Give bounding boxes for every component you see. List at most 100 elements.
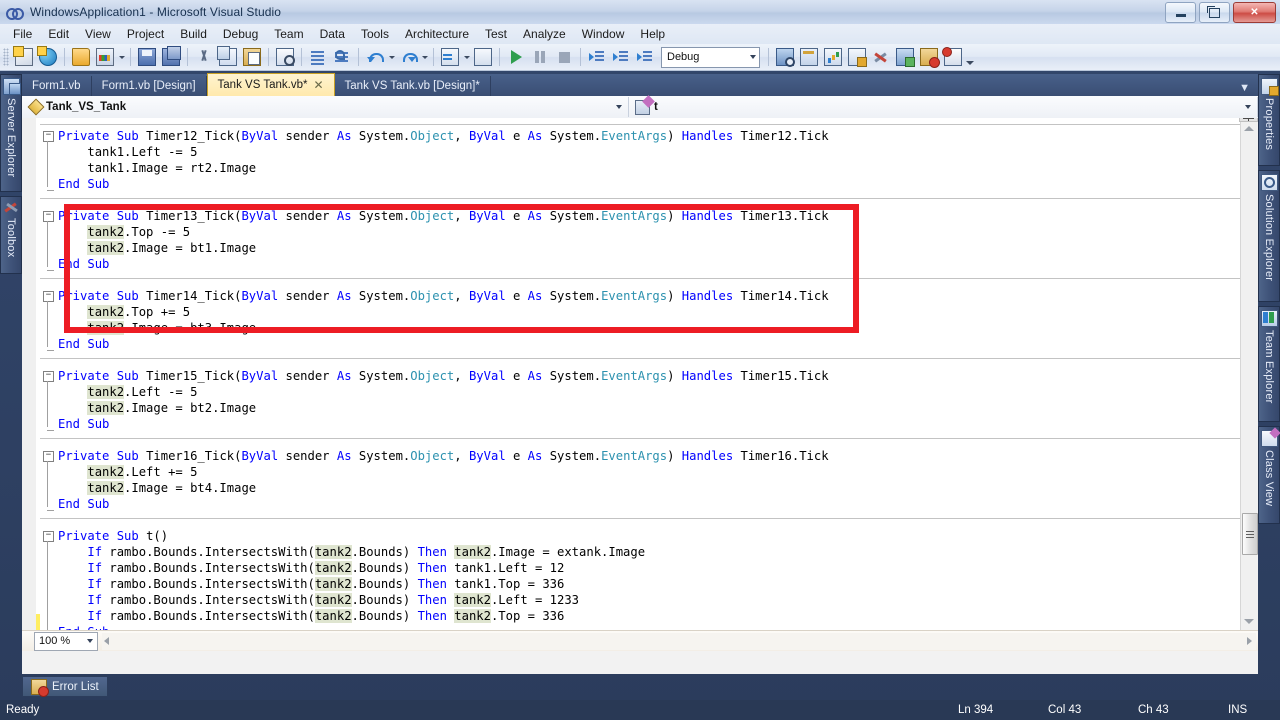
dock-tab-team-explorer[interactable]: Team Explorer [1258, 306, 1280, 422]
object-browser-button[interactable] [822, 46, 844, 68]
editor-splitter-handle[interactable] [1239, 118, 1258, 122]
dock-tab-server-explorer[interactable]: Server Explorer [0, 74, 22, 192]
scroll-right-arrow-icon[interactable] [1247, 637, 1252, 645]
stop-button[interactable] [553, 46, 575, 68]
new-web-site-button[interactable] [37, 46, 59, 68]
member-selector-combo[interactable]: t [629, 97, 1258, 117]
menu-item-view[interactable]: View [77, 25, 119, 43]
output-window-button[interactable] [942, 46, 964, 68]
scroll-down-arrow-icon[interactable] [1244, 619, 1254, 624]
code-text[interactable]: Private Sub Timer12_Tick(ByVal sender As… [58, 128, 1224, 630]
chevron-down-icon[interactable] [420, 46, 429, 68]
error-list-button[interactable] [918, 46, 940, 68]
collapse-region-button[interactable]: − [43, 371, 54, 382]
cut-button[interactable] [193, 46, 215, 68]
menu-item-help[interactable]: Help [632, 25, 673, 43]
comment-block-button[interactable] [307, 46, 329, 68]
document-tab-active[interactable]: Tank VS Tank.vb* ✕ [206, 73, 335, 96]
document-tab-3[interactable]: Tank VS Tank.vb [Design]* [335, 76, 491, 96]
menu-item-team[interactable]: Team [266, 25, 311, 43]
menu-item-tools[interactable]: Tools [353, 25, 397, 43]
menu-item-window[interactable]: Window [574, 25, 633, 43]
collapse-region-button[interactable]: − [43, 211, 54, 222]
solution-configuration-combo[interactable]: Debug [661, 46, 760, 68]
code-line: If rambo.Bounds.IntersectsWith(tank2.Bou… [58, 608, 1224, 624]
chevron-down-icon[interactable] [117, 46, 126, 68]
redo-button[interactable] [397, 46, 419, 68]
menu-item-project[interactable]: Project [119, 25, 172, 43]
collapse-region-button[interactable]: − [43, 451, 54, 462]
dock-tab-class-view[interactable]: Class View [1258, 426, 1280, 524]
collapse-region-button[interactable]: − [43, 531, 54, 542]
step-over-button[interactable] [610, 46, 632, 68]
toolbar-grip[interactable] [3, 48, 9, 66]
menu-item-data[interactable]: Data [312, 25, 353, 43]
menu-item-test[interactable]: Test [477, 25, 515, 43]
editor-vertical-scrollbar[interactable] [1239, 118, 1258, 630]
scroll-left-arrow-icon[interactable] [104, 637, 109, 645]
class-selector-combo[interactable]: Tank_VS_Tank [22, 97, 629, 117]
document-tab-0[interactable]: Form1.vb [22, 76, 92, 96]
toolbar-options-button[interactable] [965, 46, 975, 68]
uncomment-block-button[interactable] [331, 46, 353, 68]
properties-window-button[interactable] [846, 46, 868, 68]
copy-button[interactable] [217, 46, 239, 68]
toolbar-separator [433, 48, 434, 66]
add-new-item-button[interactable] [94, 46, 116, 68]
find-in-files-button[interactable] [774, 46, 796, 68]
menu-item-architecture[interactable]: Architecture [397, 25, 477, 43]
scroll-up-arrow-icon[interactable] [1244, 126, 1254, 131]
open-file-button[interactable] [70, 46, 92, 68]
menu-item-debug[interactable]: Debug [215, 25, 266, 43]
undo-button[interactable] [364, 46, 386, 68]
code-token: Object [410, 129, 455, 143]
step-into-button[interactable] [586, 46, 608, 68]
code-line: End Sub [58, 336, 1224, 352]
tab-overflow-icon[interactable]: ▼ [1239, 82, 1258, 96]
solution-explorer-button[interactable] [798, 46, 820, 68]
code-token: Sub [87, 257, 110, 271]
navigate-forward-button[interactable] [472, 46, 494, 68]
code-editor[interactable]: − − − − − − Private Sub Timer12_Tick(ByVal se… [22, 118, 1258, 630]
save-all-button[interactable] [160, 46, 182, 68]
code-reference-highlight: tank2 [87, 241, 125, 255]
dock-tab-toolbox[interactable]: Toolbox [0, 196, 22, 274]
menu-item-edit[interactable]: Edit [40, 25, 77, 43]
dock-tab-solution-explorer[interactable]: Solution Explorer [1258, 170, 1280, 302]
minimize-button[interactable] [1165, 2, 1196, 23]
error-list-tab[interactable]: Error List [22, 676, 108, 697]
maximize-button[interactable] [1199, 2, 1230, 23]
find-button[interactable] [274, 46, 296, 68]
pause-icon [532, 49, 548, 65]
horizontal-scrollbar[interactable] [102, 632, 1256, 650]
editor-outlining-margin[interactable]: − − − − − − [40, 118, 58, 630]
class-view-button[interactable] [894, 46, 916, 68]
close-button[interactable]: ✕ [1233, 2, 1276, 23]
chevron-down-icon[interactable] [387, 46, 396, 68]
new-project-button[interactable] [13, 46, 35, 68]
start-debugging-button[interactable] [505, 46, 527, 68]
dock-tab-properties[interactable]: Properties [1258, 74, 1280, 166]
error-list-label: Error List [52, 680, 99, 693]
scrollbar-thumb[interactable] [1242, 513, 1258, 555]
menu-item-analyze[interactable]: Analyze [515, 25, 574, 43]
menu-item-file[interactable]: File [5, 25, 40, 43]
collapse-region-button[interactable]: − [43, 131, 54, 142]
menu-item-build[interactable]: Build [172, 25, 215, 43]
zoom-level-combo[interactable]: 100 % [34, 631, 98, 651]
tab-close-icon[interactable]: ✕ [313, 79, 323, 91]
collapse-region-button[interactable]: − [43, 291, 54, 302]
navigate-backward-button[interactable] [439, 46, 461, 68]
save-button[interactable] [136, 46, 158, 68]
step-out-button[interactable] [634, 46, 656, 68]
toolbox-button[interactable] [870, 46, 892, 68]
chevron-down-icon[interactable] [462, 46, 471, 68]
pause-button[interactable] [529, 46, 551, 68]
paste-button[interactable] [241, 46, 263, 68]
code-reference-highlight: tank2 [314, 545, 352, 559]
code-token: Handles [681, 289, 734, 303]
document-tab-1[interactable]: Form1.vb [Design] [92, 76, 207, 96]
object-browser-icon [824, 48, 842, 66]
code-token: Timer16.Tick [733, 449, 829, 463]
